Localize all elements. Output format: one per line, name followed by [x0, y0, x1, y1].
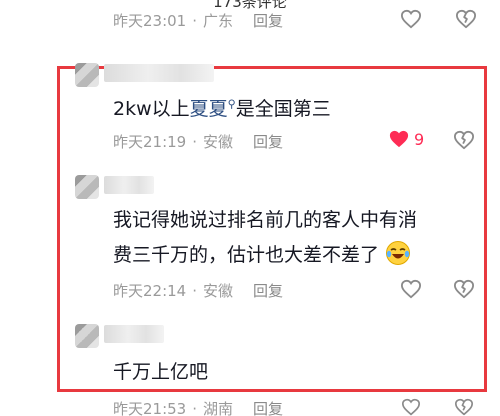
broken-heart-icon — [455, 398, 473, 416]
dislike-button[interactable] — [453, 398, 475, 416]
comment-meta: 昨天21:53 · 湖南 回复 — [113, 398, 283, 416]
username-blurred[interactable] — [104, 325, 164, 343]
mention-link[interactable]: 夏夏 — [190, 98, 228, 120]
avatar[interactable] — [75, 324, 99, 348]
crying-laughing-emoji-icon — [386, 241, 411, 265]
comment-time: 昨天21:53 — [113, 400, 187, 416]
reply-button[interactable]: 回复 — [253, 10, 283, 31]
meta-separator: · — [192, 281, 198, 300]
dislike-button[interactable] — [453, 130, 475, 154]
heart-outline-icon — [400, 279, 422, 299]
comment-time: 昨天23:01 — [113, 12, 187, 30]
like-button[interactable] — [400, 279, 422, 299]
reply-button[interactable]: 回复 — [253, 131, 283, 152]
search-icon[interactable]: ⚲ — [228, 98, 236, 111]
comment-text-part: 是全国第三 — [235, 98, 331, 120]
comment-location: 安徽 — [203, 133, 234, 151]
comment-time: 昨天22:14 — [113, 282, 187, 300]
comment-text-part: 费三千万的，估计也大差不差了 — [113, 244, 380, 266]
broken-heart-icon — [453, 130, 474, 150]
comment-text: 2kw以上夏夏⚲是全国第三 — [113, 94, 331, 121]
broken-heart-icon — [455, 9, 476, 29]
comment-location: 广东 — [203, 12, 234, 30]
like-button[interactable]: 9 — [388, 129, 424, 149]
comment-location: 湖南 — [203, 400, 234, 416]
reply-button[interactable]: 回复 — [253, 280, 283, 301]
heart-outline-icon — [400, 9, 422, 29]
comment-text-line: 我记得她说过排名前几的客人中有消 — [113, 209, 418, 231]
heart-outline-icon — [401, 398, 421, 416]
meta-separator: · — [192, 399, 198, 416]
avatar[interactable] — [75, 175, 99, 199]
like-button[interactable] — [400, 398, 422, 416]
comment-text: 千万上亿吧 — [113, 361, 209, 383]
meta-separator: · — [192, 11, 198, 30]
comment-text-part: 2kw以上 — [113, 98, 190, 120]
username-blurred[interactable] — [104, 176, 154, 194]
username-blurred[interactable] — [104, 64, 214, 82]
comment-meta: 昨天21:19 · 安徽 回复 — [113, 131, 283, 152]
meta-separator: · — [192, 132, 198, 151]
broken-heart-icon — [453, 279, 474, 299]
like-button[interactable] — [400, 9, 422, 29]
avatar[interactable] — [75, 63, 99, 87]
dislike-button[interactable] — [453, 279, 475, 303]
comment-text-line: 费三千万的，估计也大差不差了 — [113, 240, 411, 267]
comment-location: 安徽 — [203, 282, 234, 300]
comment-meta: 昨天23:01 · 广东 回复 — [113, 10, 283, 31]
like-count: 9 — [414, 129, 425, 149]
heart-filled-icon — [389, 130, 409, 148]
comment-meta: 昨天22:14 · 安徽 回复 — [113, 280, 283, 301]
comment-time: 昨天21:19 — [113, 133, 187, 151]
reply-button[interactable]: 回复 — [253, 398, 283, 416]
dislike-button[interactable] — [455, 9, 477, 33]
